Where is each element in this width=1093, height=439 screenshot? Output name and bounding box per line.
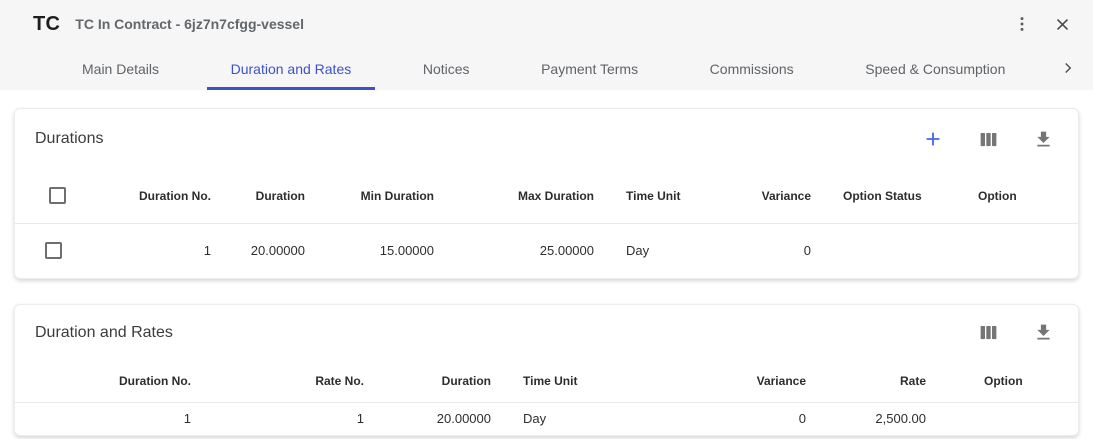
tab-bar: Main Details Duration and Rates Notices … (0, 48, 1093, 90)
col-option-status: Option Status (827, 169, 962, 223)
app-logo: TC (33, 13, 60, 36)
cell-option (942, 402, 1079, 435)
cell-duration: 20.00000 (380, 402, 507, 435)
duration-rates-header-row: Duration No. Rate No. Duration Time Unit… (15, 360, 1079, 402)
download-button[interactable] (1028, 124, 1058, 154)
row-checkbox[interactable] (45, 242, 62, 259)
duration-rates-card-title: Duration and Rates (35, 324, 173, 342)
tab-duration-and-rates[interactable]: Duration and Rates (207, 48, 376, 90)
col-option: Option (962, 169, 1079, 223)
cell-duration-no: 1 (15, 402, 207, 435)
cell-variance: 0 (657, 402, 822, 435)
cell-min-duration: 15.00000 (321, 223, 450, 278)
durations-table-row[interactable]: 1 20.00000 15.00000 25.00000 Day 0 (15, 223, 1079, 278)
col-max-duration: Max Duration (450, 169, 610, 223)
col-time-unit: Time Unit (507, 360, 657, 402)
cell-time-unit: Day (610, 223, 710, 278)
tab-commissions[interactable]: Commissions (686, 48, 818, 90)
tab-payment-terms[interactable]: Payment Terms (517, 48, 662, 90)
choose-columns-button[interactable] (973, 124, 1003, 154)
cell-rate: 2,500.00 (822, 402, 942, 435)
duration-rates-table-row[interactable]: 1 1 20.00000 Day 0 2,500.00 (15, 402, 1079, 435)
col-min-duration: Min Duration (321, 169, 450, 223)
col-duration-no: Duration No. (15, 360, 207, 402)
durations-table: Duration No. Duration Min Duration Max D… (15, 169, 1079, 278)
cell-time-unit: Day (507, 402, 657, 435)
col-duration-no: Duration No. (85, 169, 227, 223)
download-icon (1033, 322, 1054, 343)
duration-and-rates-card: Duration and Rates (14, 304, 1079, 436)
col-rate: Rate (822, 360, 942, 402)
close-icon (1053, 15, 1072, 34)
duration-rates-table: Duration No. Rate No. Duration Time Unit… (15, 360, 1079, 435)
download-icon (1033, 129, 1054, 150)
columns-icon (978, 322, 999, 343)
durations-header-row: Duration No. Duration Min Duration Max D… (15, 169, 1079, 223)
col-variance: Variance (710, 169, 827, 223)
dialog-body: Durations (0, 90, 1093, 436)
download-button[interactable] (1028, 318, 1058, 348)
col-time-unit: Time Unit (610, 169, 710, 223)
cell-rate-no: 1 (207, 402, 380, 435)
select-all-checkbox[interactable] (49, 187, 66, 204)
kebab-menu-icon (1012, 14, 1032, 34)
tab-notices[interactable]: Notices (399, 48, 494, 90)
col-duration: Duration (380, 360, 507, 402)
dialog-header: TC TC In Contract - 6jz7n7cfgg-vessel Ma… (0, 0, 1093, 90)
tab-main-details[interactable]: Main Details (58, 48, 183, 90)
cell-option-status (827, 223, 962, 278)
durations-toolbar (918, 124, 1058, 154)
durations-card: Durations (14, 108, 1079, 279)
cell-variance: 0 (710, 223, 827, 278)
cell-duration-no: 1 (85, 223, 227, 278)
dialog-title: TC In Contract - 6jz7n7cfgg-vessel (75, 16, 304, 32)
col-option: Option (942, 360, 1079, 402)
chevron-right-icon (1059, 59, 1077, 80)
close-button[interactable] (1047, 9, 1077, 39)
tab-scroll-right-button[interactable] (1053, 48, 1083, 90)
tab-speed-consumption[interactable]: Speed & Consumption (841, 48, 1029, 90)
more-options-button[interactable] (1007, 9, 1037, 39)
col-variance: Variance (657, 360, 822, 402)
plus-icon (922, 128, 944, 150)
columns-icon (978, 129, 999, 150)
choose-columns-button[interactable] (973, 318, 1003, 348)
duration-rates-toolbar (973, 318, 1058, 348)
durations-card-title: Durations (35, 130, 103, 148)
add-duration-button[interactable] (918, 124, 948, 154)
col-duration: Duration (227, 169, 321, 223)
col-rate-no: Rate No. (207, 360, 380, 402)
cell-duration: 20.00000 (227, 223, 321, 278)
cell-max-duration: 25.00000 (450, 223, 610, 278)
cell-option (962, 223, 1079, 278)
